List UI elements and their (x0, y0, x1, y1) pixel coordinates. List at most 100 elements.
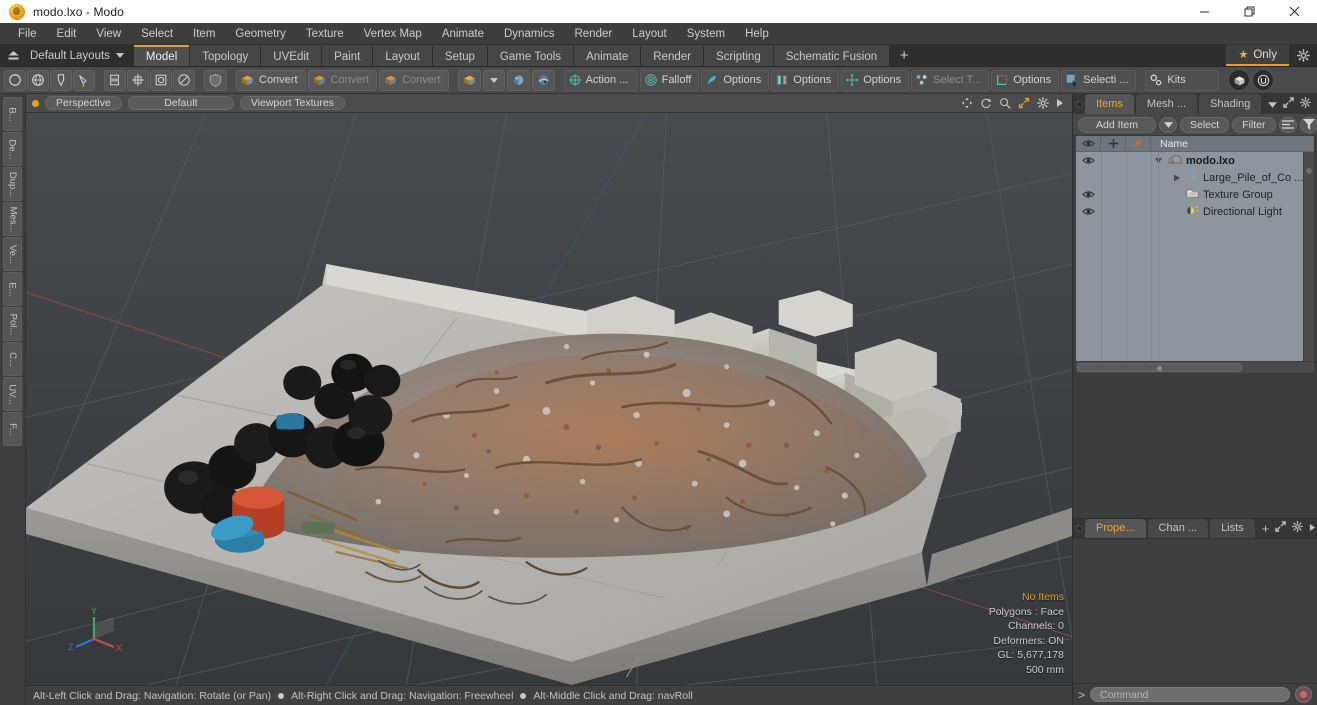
row-visibility-toggle[interactable] (1076, 152, 1101, 169)
left-tab-8[interactable]: UV... (3, 377, 22, 411)
gear-icon[interactable] (1289, 45, 1317, 66)
snapping-options-button[interactable]: Options (701, 69, 770, 91)
blue-sphere-alt-icon[interactable] (531, 69, 555, 91)
play-arrow-icon[interactable] (1056, 98, 1064, 108)
funnel-icon[interactable] (1299, 116, 1317, 133)
tab-game-tools[interactable]: Game Tools (487, 45, 574, 66)
tab-setup[interactable]: Setup (432, 45, 487, 66)
tab-model[interactable]: Model (133, 45, 190, 66)
row-visibility-toggle[interactable] (1076, 203, 1101, 220)
kits-dropdown[interactable]: Kits (1145, 69, 1220, 91)
fullscreen-icon[interactable] (1018, 97, 1030, 109)
circle-icon[interactable] (4, 69, 26, 91)
brush-icon[interactable] (73, 69, 95, 91)
item-row-texture-group[interactable]: Texture Group (1151, 188, 1314, 202)
left-tab-0[interactable]: B... (3, 97, 22, 131)
tab-schematic-fusion[interactable]: Schematic Fusion (773, 45, 890, 66)
cube-axis-icon[interactable] (127, 69, 149, 91)
workplane-options-button[interactable]: Options (841, 69, 910, 91)
row-visibility-toggle[interactable] (1076, 186, 1101, 203)
panel-knob-icon[interactable] (1076, 519, 1083, 538)
close-button[interactable] (1272, 0, 1317, 23)
align-left-icon[interactable] (1278, 116, 1297, 133)
menu-layout[interactable]: Layout (622, 23, 677, 45)
convert-button-2[interactable]: Convert (307, 69, 378, 91)
tab-properties[interactable]: Prope... (1085, 518, 1146, 538)
menu-animate[interactable]: Animate (432, 23, 494, 45)
left-tab-3[interactable]: Mes... (3, 202, 22, 236)
tab-uvedit[interactable]: UVEdit (261, 45, 322, 66)
left-tab-7[interactable]: C... (3, 342, 22, 376)
minimize-button[interactable] (1182, 0, 1227, 23)
tab-lists[interactable]: Lists (1210, 518, 1255, 538)
plus-icon[interactable]: + (1262, 522, 1270, 535)
filter-button[interactable]: Filter (1232, 116, 1276, 133)
yellow-cube-icon[interactable] (457, 69, 481, 91)
maximize-restore-button[interactable] (1227, 0, 1272, 23)
tab-render[interactable]: Render (641, 45, 703, 66)
stack-icon[interactable] (104, 69, 126, 91)
left-tab-1[interactable]: De... (3, 132, 22, 166)
falloff-dropdown[interactable]: Falloff (639, 69, 700, 91)
modo-round-icon[interactable] (1228, 69, 1251, 91)
chevron-down-icon[interactable] (482, 69, 505, 91)
row-visibility-toggle[interactable] (1076, 169, 1101, 186)
item-tree-horizontal-scrollbar[interactable] (1076, 362, 1314, 373)
tab-mesh-ops[interactable]: Mesh ... (1135, 94, 1198, 114)
item-row-directional-light[interactable]: Directional Light (1151, 205, 1314, 219)
shield-icon[interactable] (204, 69, 227, 91)
panel-knob-icon[interactable] (1076, 94, 1083, 114)
table-row[interactable]: modo.lxo (1076, 152, 1314, 169)
left-tab-4[interactable]: Ve... (3, 237, 22, 271)
item-row-mesh[interactable]: Large_Pile_of_Co ... (1151, 171, 1314, 185)
tab-layout[interactable]: Layout (373, 45, 432, 66)
action-center-dropdown[interactable]: Action ... (563, 69, 638, 91)
left-tab-2[interactable]: Dup... (3, 167, 22, 201)
item-tree[interactable]: Name modo.lxo Large_Pile_of_Co ... Textu… (1076, 136, 1314, 361)
row-render-cell[interactable] (1126, 186, 1151, 203)
move-icon[interactable] (961, 97, 973, 109)
viewport-shading-button[interactable]: Viewport Textures (239, 96, 345, 110)
command-input[interactable]: Command (1090, 687, 1290, 702)
only-toggle[interactable]: ★ Only (1226, 45, 1289, 66)
row-lock-cell[interactable] (1101, 152, 1126, 169)
left-tab-6[interactable]: Pol... (3, 307, 22, 341)
left-tab-9[interactable]: F... (3, 412, 22, 446)
expand-icon[interactable] (1275, 519, 1287, 537)
selection-sets-button[interactable]: Selecti ... (1061, 69, 1137, 91)
menu-item[interactable]: Item (183, 23, 225, 45)
gear-icon[interactable] (1300, 95, 1312, 113)
select-button[interactable]: Select (1180, 116, 1230, 133)
chevron-right-icon[interactable] (1171, 174, 1182, 182)
row-render-cell[interactable] (1126, 203, 1151, 220)
table-row[interactable]: Large_Pile_of_Co ... (1076, 169, 1314, 186)
menu-view[interactable]: View (86, 23, 131, 45)
left-tab-5[interactable]: E... (3, 272, 22, 306)
element-move-options-button[interactable]: Options (991, 69, 1060, 91)
3d-viewport[interactable]: Y X Z No Items Polygons : Face Channels:… (26, 113, 1072, 685)
play-arrow-icon[interactable] (1309, 519, 1316, 537)
menu-render[interactable]: Render (564, 23, 622, 45)
tab-scripting[interactable]: Scripting (703, 45, 773, 66)
menu-vertex-map[interactable]: Vertex Map (354, 23, 432, 45)
menu-file[interactable]: File (8, 23, 47, 45)
convert-button-1[interactable]: Convert (236, 69, 306, 91)
unreal-icon[interactable] (1252, 69, 1275, 91)
row-lock-cell[interactable] (1101, 169, 1126, 186)
menu-select[interactable]: Select (131, 23, 183, 45)
select-through-button[interactable]: Select T... (911, 69, 990, 91)
viewport-style-button[interactable]: Default (127, 96, 234, 110)
menu-geometry[interactable]: Geometry (225, 23, 296, 45)
rotate-icon[interactable] (980, 97, 992, 109)
tab-topology[interactable]: Topology (190, 45, 261, 66)
table-row[interactable]: Texture Group (1076, 186, 1314, 203)
add-tab-button[interactable]: + (889, 45, 920, 66)
row-render-cell[interactable] (1126, 152, 1151, 169)
table-row[interactable]: Directional Light (1076, 203, 1314, 220)
gear-icon[interactable] (1037, 97, 1049, 109)
row-lock-cell[interactable] (1101, 186, 1126, 203)
add-item-dropdown-caret[interactable] (1159, 116, 1177, 133)
viewport-projection-button[interactable]: Perspective (45, 96, 122, 110)
circle-slash-icon[interactable] (173, 69, 195, 91)
home-eject-icon[interactable] (0, 45, 26, 66)
